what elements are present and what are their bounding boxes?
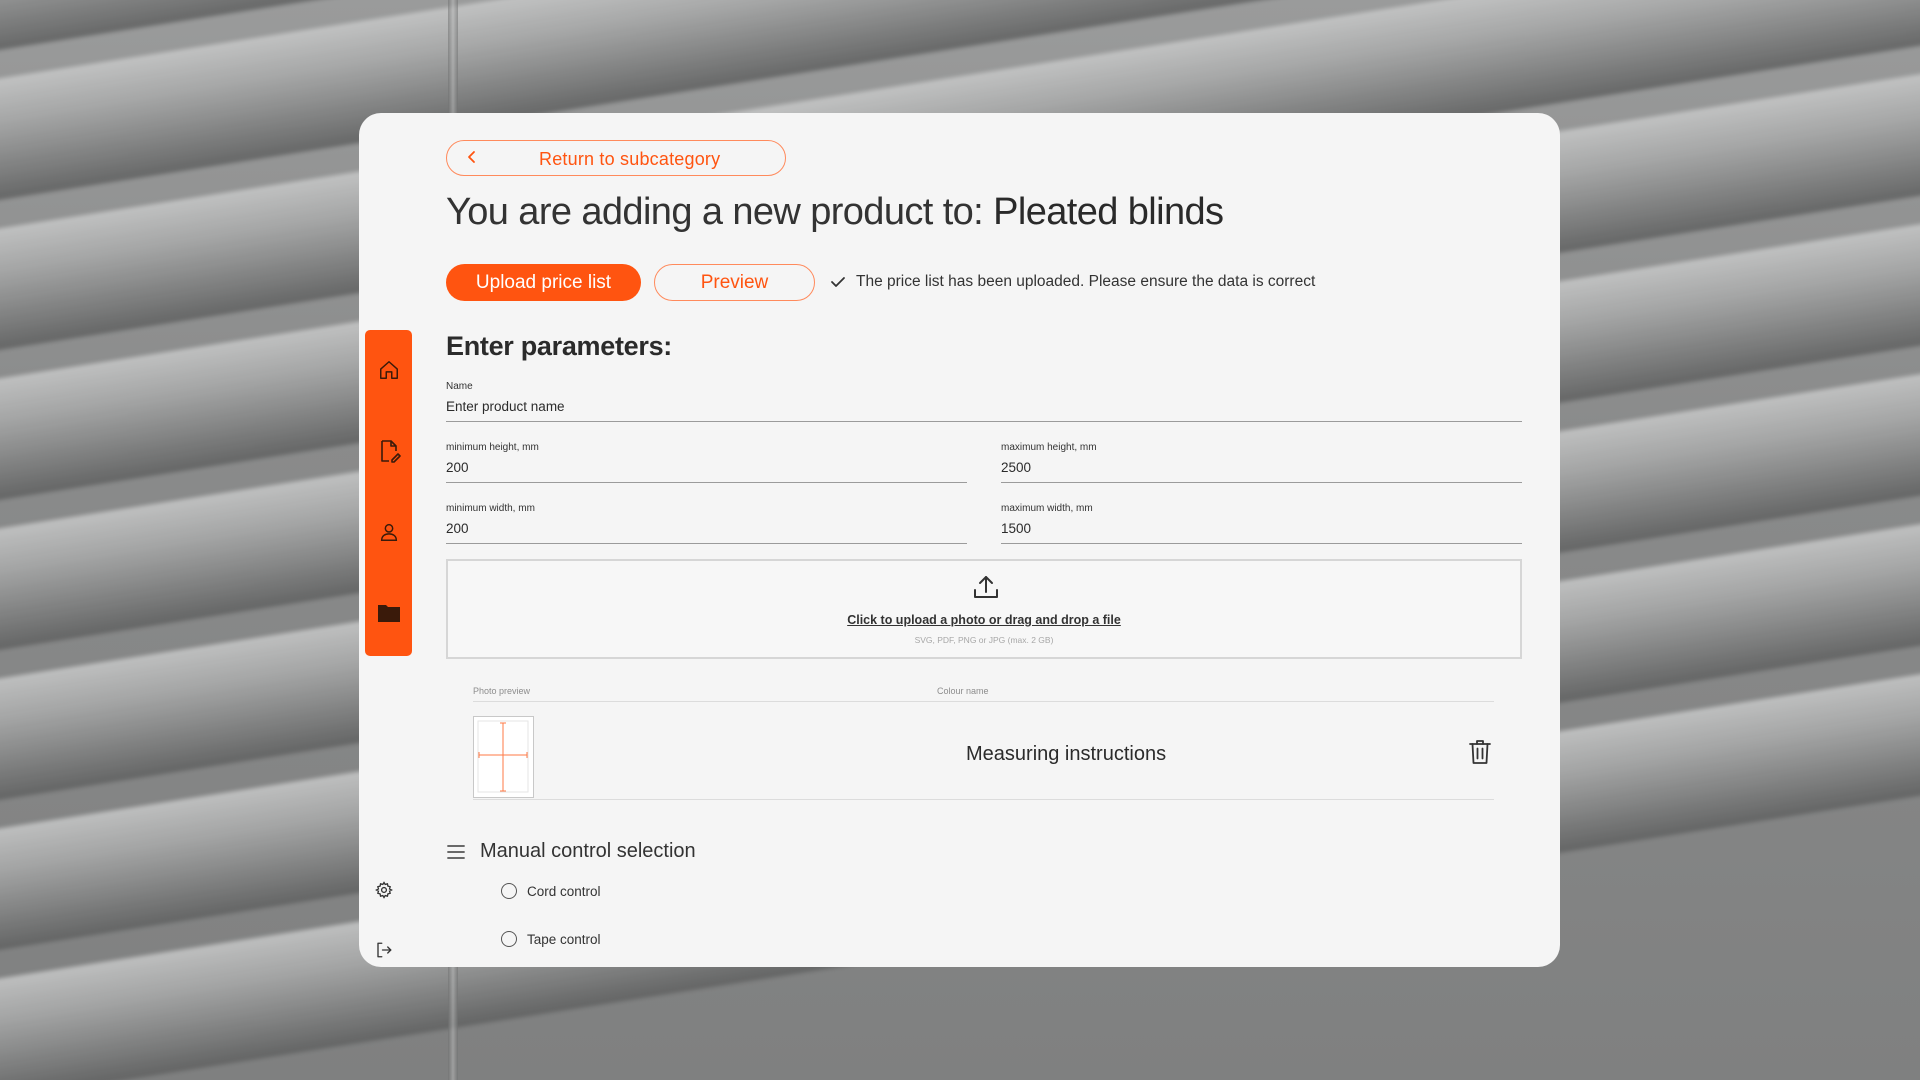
manual-control-title: Manual control selection (480, 840, 696, 862)
name-field: Name (446, 381, 1522, 422)
parameters-heading: Enter parameters: (446, 331, 672, 361)
product-name-input[interactable] (446, 399, 1522, 422)
table-row: Measuring instructions (473, 703, 1494, 800)
colour-name-value: Measuring instructions (966, 743, 1167, 765)
settings-button[interactable] (373, 879, 395, 901)
logout-icon (377, 942, 392, 958)
sidebar-item-profile[interactable] (377, 520, 401, 544)
max-height-input[interactable] (1001, 460, 1522, 483)
radio-cord-control[interactable]: Cord control (501, 883, 601, 899)
home-icon (380, 361, 398, 379)
product-form-card: Return to subcategory You are adding a n… (359, 113, 1560, 967)
sidebar-item-home[interactable] (377, 358, 401, 382)
settings-icon (375, 881, 393, 899)
trash-icon[interactable] (1469, 739, 1491, 770)
max-width-field: maximum width, mm (1001, 503, 1522, 544)
menu-icon (447, 844, 465, 859)
user-icon (380, 523, 398, 541)
upload-price-list-button[interactable]: Upload price list (446, 264, 641, 301)
min-height-field: minimum height, mm (446, 442, 967, 483)
radio-label: Tape control (527, 931, 601, 947)
return-label: Return to subcategory (539, 149, 721, 169)
preview-button[interactable]: Preview (654, 264, 815, 301)
radio-circle[interactable] (501, 883, 517, 899)
max-height-field: maximum height, mm (1001, 442, 1522, 483)
min-width-label: minimum width, mm (446, 503, 535, 514)
min-width-input[interactable] (446, 521, 967, 544)
sidebar-item-folders[interactable] (377, 601, 401, 625)
sidebar-nav (365, 330, 412, 656)
manual-control-group: Manual control selection (446, 840, 696, 863)
min-height-label: minimum height, mm (446, 442, 539, 453)
min-height-input[interactable] (446, 460, 967, 483)
radio-tape-control[interactable]: Tape control (501, 931, 601, 947)
logout-button[interactable] (373, 939, 395, 961)
max-width-label: maximum width, mm (1001, 503, 1093, 514)
upload-status: The price list has been uploaded. Please… (830, 273, 1315, 291)
max-height-label: maximum height, mm (1001, 442, 1097, 453)
upload-status-text: The price list has been uploaded. Please… (856, 273, 1316, 290)
document-edit-icon (381, 440, 401, 463)
page-title: You are adding a new product to: Pleated… (446, 191, 1224, 234)
checkmark-icon (831, 277, 845, 287)
return-to-subcategory-button[interactable]: Return to subcategory (446, 140, 786, 176)
max-width-input[interactable] (1001, 521, 1522, 544)
page-title-category: Pleated blinds (993, 191, 1224, 233)
radio-circle[interactable] (501, 931, 517, 947)
col-colour-name: Colour name (937, 686, 989, 696)
sidebar-item-documents[interactable] (377, 439, 401, 463)
upload-icon (972, 573, 1000, 606)
chevron-left-icon (465, 149, 479, 170)
measuring-diagram-thumbnail (477, 720, 529, 793)
col-photo-preview: Photo preview (473, 686, 531, 696)
page-title-prefix: You are adding a new product to: (446, 191, 994, 233)
upload-hint: SVG, PDF, PNG or JPG (max. 2 GB) (914, 635, 1054, 645)
name-label: Name (446, 381, 473, 392)
min-width-field: minimum width, mm (446, 503, 967, 544)
folder-icon (378, 605, 400, 622)
table-header: Photo preview Colour name (473, 686, 1494, 702)
radio-label: Cord control (527, 883, 601, 899)
upload-link[interactable]: Click to upload a photo or drag and drop… (448, 613, 1520, 627)
file-dropzone[interactable]: Click to upload a photo or drag and drop… (446, 559, 1522, 659)
photo-thumbnail[interactable] (473, 716, 534, 798)
